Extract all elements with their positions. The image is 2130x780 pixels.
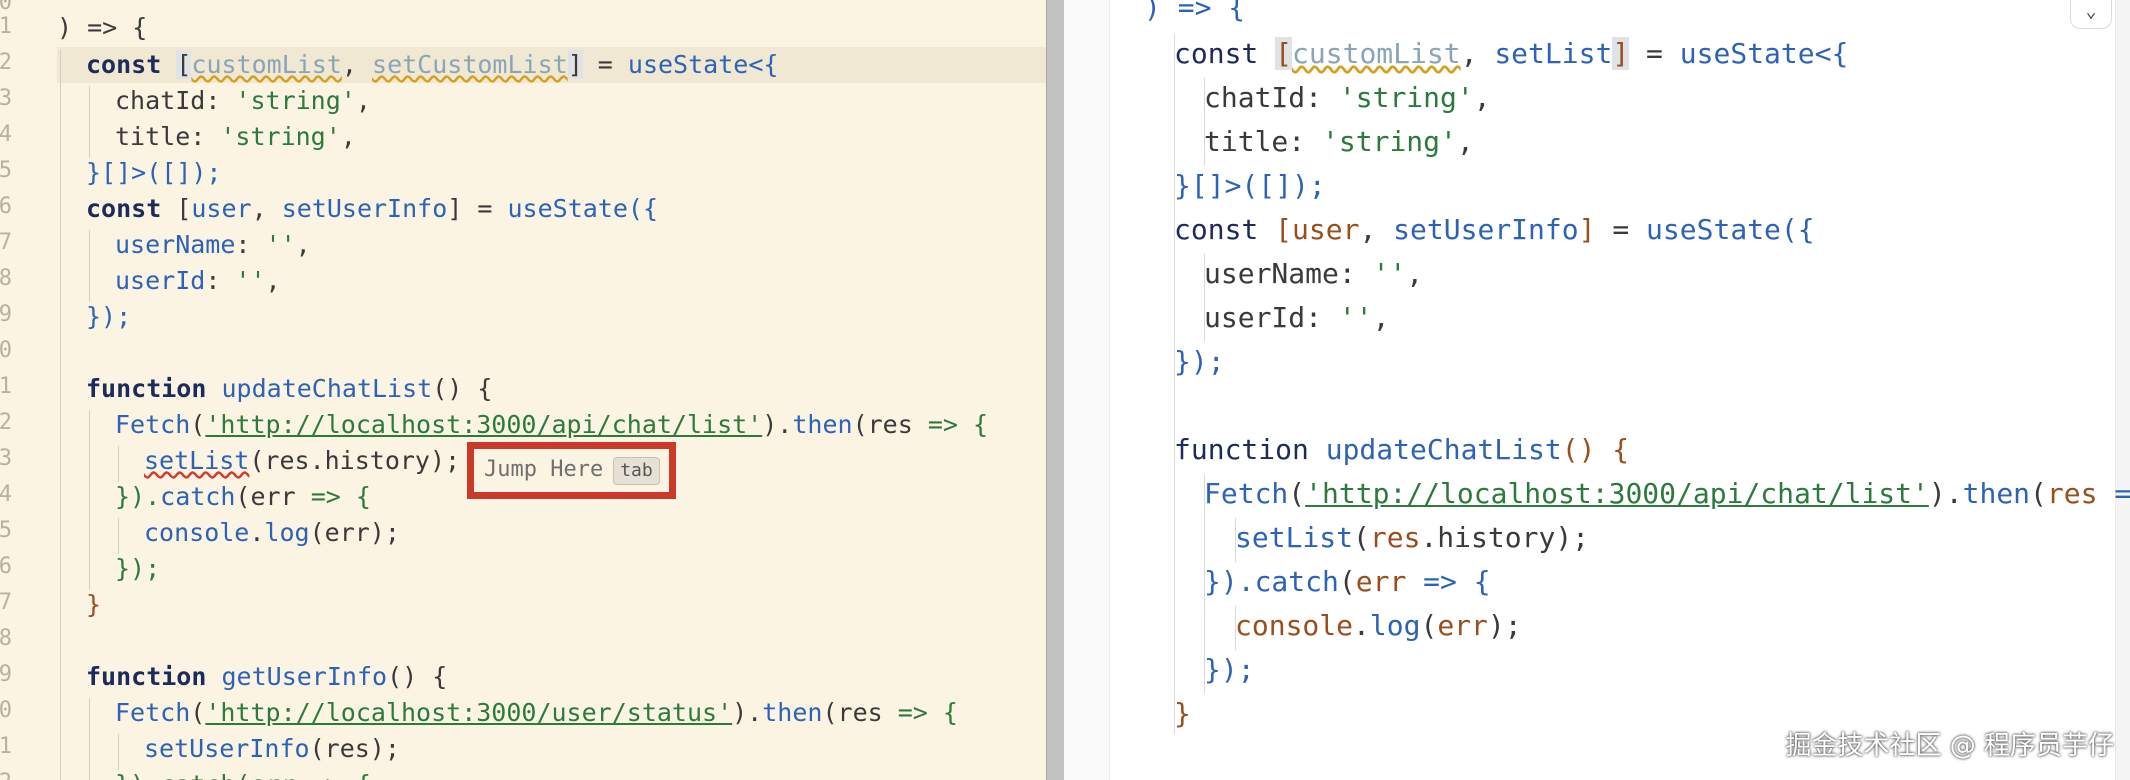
chevron-down-icon[interactable]: ⌄ (2070, 0, 2112, 29)
line-number: 3 (0, 86, 12, 111)
code-line[interactable]: Fetch('http://localhost:3000/api/chat/li… (115, 407, 988, 443)
left-gutter (1064, 0, 1110, 780)
split-divider[interactable] (1046, 0, 1066, 780)
line-number: 8 (0, 266, 12, 291)
code-line[interactable]: } (1174, 692, 1191, 736)
right-code-editor[interactable]: ) => { const [customList, setList] = use… (1064, 0, 2130, 780)
line-number: 1 (0, 374, 12, 399)
jump-here-hint[interactable]: Jump Here tab (467, 442, 676, 499)
line-number: 0 (0, 698, 12, 723)
code-line[interactable]: chatId: 'string', (1204, 76, 1491, 120)
code-line[interactable]: const [customList, setCustomList] = useS… (86, 47, 778, 83)
line-number: 8 (0, 626, 12, 651)
line-number: 7 (0, 590, 12, 615)
indent-guide (1174, 34, 1175, 734)
indent-guide (89, 410, 90, 590)
scrollbar-track[interactable] (2115, 0, 2130, 780)
line-number: 0 (0, 338, 12, 363)
code-line[interactable]: }[]>([]); (1174, 164, 1326, 208)
tab-key-badge: tab (613, 457, 660, 485)
code-line[interactable]: const [user, setUserInfo] = useState({ (1174, 208, 1815, 252)
line-number: 2 (0, 770, 12, 780)
code-line[interactable]: console.log(err); (1235, 604, 1522, 648)
line-number: 5 (0, 158, 12, 183)
code-line[interactable]: chatId: 'string', (115, 83, 371, 119)
code-line[interactable]: const [customList, setList] = useState<{ (1174, 32, 1848, 76)
line-number: 6 (0, 554, 12, 579)
code-line[interactable]: userId: '', (115, 263, 281, 299)
code-line[interactable]: }); (1174, 340, 1225, 384)
left-code-editor[interactable]: 0 1 2 3 4 5 6 7 8 9 0 1 2 3 4 5 6 7 8 9 … (0, 0, 1046, 780)
line-number: 2 (0, 50, 12, 75)
indent-guide (89, 230, 90, 302)
indent-guide (118, 518, 119, 554)
code-line[interactable]: title: 'string', (1204, 120, 1474, 164)
line-number: 5 (0, 518, 12, 543)
line-number: 4 (0, 122, 12, 147)
code-line[interactable]: function updateChatList() { (1174, 428, 1629, 472)
code-line[interactable]: }).catch(err => { (1204, 560, 1491, 604)
line-number: 7 (0, 230, 12, 255)
code-line[interactable]: } (86, 587, 101, 623)
indent-guide (60, 50, 61, 780)
code-line[interactable]: userName: '', (1204, 252, 1423, 296)
code-line[interactable]: }).catch(err => { (115, 479, 371, 515)
code-line[interactable]: function updateChatList() { (86, 371, 492, 407)
code-line[interactable]: title: 'string', (115, 119, 356, 155)
watermark: 掘金技术社区 @ 程序员芋仔 (1785, 731, 2114, 761)
code-line[interactable]: }); (115, 551, 160, 587)
code-line[interactable]: }); (86, 299, 131, 335)
line-number: 2 (0, 410, 12, 435)
code-line[interactable]: userName: '', (115, 227, 311, 263)
code-line[interactable]: console.log(err); (144, 515, 400, 551)
code-line[interactable]: ) => { (57, 10, 147, 46)
code-line[interactable]: function getUserInfo() { (86, 659, 447, 695)
line-number: 1 (0, 734, 12, 759)
indent-guide (89, 86, 90, 158)
code-line[interactable]: ) => { (1144, 0, 1245, 30)
code-line[interactable]: Fetch('http://localhost:3000/user/status… (115, 695, 958, 731)
code-line[interactable]: }[]>([]); (86, 155, 221, 191)
code-line[interactable]: Fetch('http://localhost:3000/api/chat/li… (1204, 472, 2130, 516)
indent-guide (89, 698, 90, 780)
line-number: 9 (0, 302, 12, 327)
indent-guide (118, 734, 119, 770)
line-number: 4 (0, 482, 12, 507)
code-line[interactable]: }).catch(err => { (115, 767, 371, 780)
code-line[interactable]: }); (1204, 648, 1255, 692)
line-number: 1 (0, 14, 12, 39)
code-line[interactable]: setUserInfo(res); (144, 731, 400, 767)
code-line[interactable]: const [user, setUserInfo] = useState({ (86, 191, 658, 227)
line-number: 3 (0, 446, 12, 471)
code-line[interactable]: setList(res.history); (144, 443, 460, 479)
line-number: 6 (0, 194, 12, 219)
jump-here-label: Jump Here (484, 457, 604, 482)
code-line[interactable]: userId: '', (1204, 296, 1389, 340)
line-number: 0 (0, 0, 12, 15)
line-number: 9 (0, 662, 12, 687)
indent-guide (118, 446, 119, 482)
code-line[interactable]: setList(res.history); (1235, 516, 1589, 560)
